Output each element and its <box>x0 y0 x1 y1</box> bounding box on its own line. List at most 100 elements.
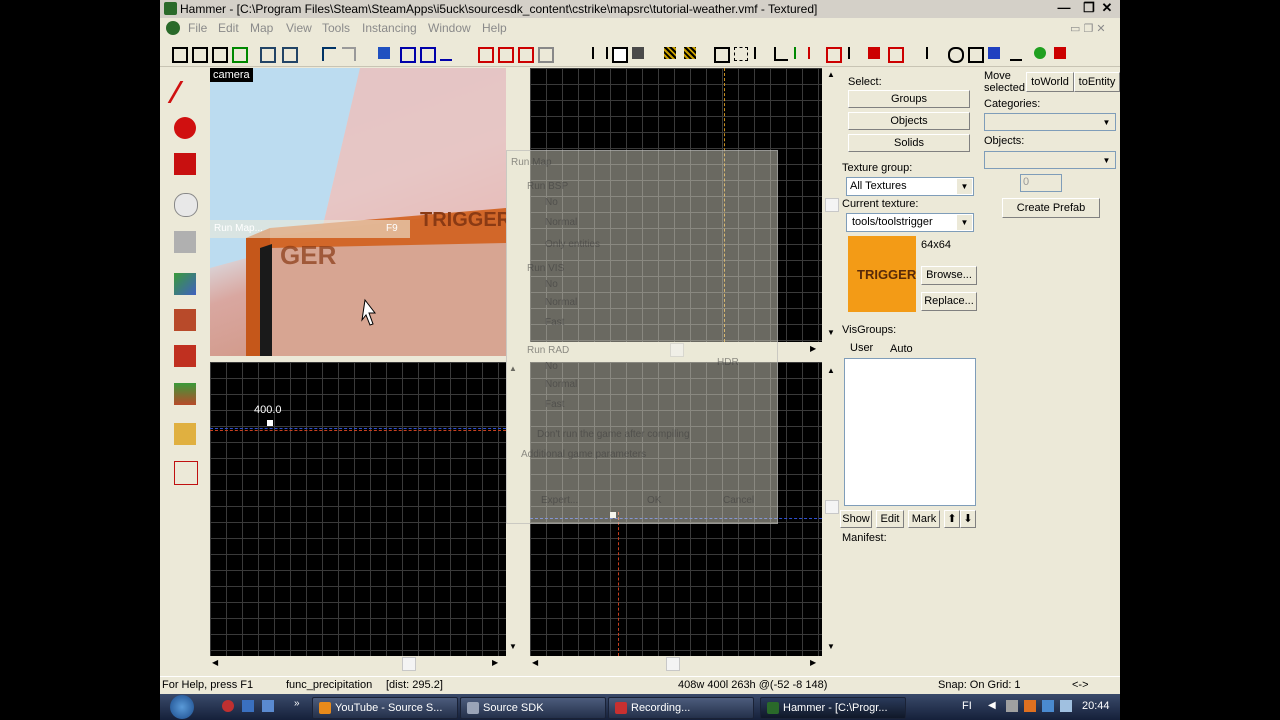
vis-option-normal[interactable]: Normal <box>545 297 577 308</box>
front-view-vscroll[interactable]: ▲ ▼ <box>824 362 839 658</box>
scroll-up-icon[interactable]: ▲ <box>827 366 835 375</box>
close-button[interactable]: ✕ <box>1096 0 1118 16</box>
side-view-viewport[interactable]: 400.0 <box>210 362 506 656</box>
ungroup-icon[interactable] <box>416 43 436 63</box>
clipping-tool[interactable] <box>168 418 204 450</box>
menu-tools[interactable]: Tools <box>322 21 350 35</box>
bsp-option-no[interactable]: No <box>545 197 558 208</box>
menu-instancing[interactable]: Instancing <box>362 21 417 35</box>
cancel-button[interactable]: Cancel <box>723 495 754 506</box>
tray-icon-1[interactable] <box>1006 700 1018 712</box>
texture-browser-icon[interactable] <box>964 43 984 63</box>
run-map-menu-item[interactable]: Run Map... F9 <box>210 220 410 238</box>
entity-texture-icon[interactable] <box>680 43 700 63</box>
vertex-tool[interactable] <box>168 456 204 488</box>
expert-button[interactable]: Expert... <box>541 495 578 506</box>
tray-icon-2[interactable] <box>1024 700 1036 712</box>
scroll-up-icon[interactable]: ▲ <box>827 70 835 79</box>
rad-option-normal[interactable]: Normal <box>545 379 577 390</box>
decal-tool[interactable] <box>168 340 204 372</box>
start-button[interactable] <box>170 695 194 719</box>
menu-window[interactable]: Window <box>428 21 471 35</box>
task-youtube[interactable]: YouTube - Source S... <box>312 697 458 719</box>
task-recording[interactable]: Recording... <box>608 697 754 719</box>
grid-toggle-icon[interactable] <box>168 43 188 63</box>
categories-select[interactable]: ▼ <box>984 113 1116 131</box>
hscroll-thumb[interactable] <box>666 657 680 671</box>
overlay-tool[interactable] <box>168 378 204 410</box>
redo-icon[interactable] <box>338 43 358 63</box>
undo-icon[interactable] <box>318 43 338 63</box>
flip-icon[interactable] <box>790 43 810 63</box>
side-view-hscroll[interactable]: ◀ ▶ <box>210 656 506 671</box>
show-items-icon[interactable] <box>278 43 298 63</box>
mark-button[interactable]: Mark <box>908 510 940 528</box>
scroll-down-icon[interactable]: ▼ <box>827 642 835 651</box>
front-view-hscroll[interactable]: ◀ ▶ <box>530 656 824 671</box>
block-tool[interactable] <box>168 226 204 258</box>
scroll-down-icon[interactable]: ▼ <box>827 328 835 337</box>
hscroll-thumb[interactable] <box>402 657 416 671</box>
create-prefab-button[interactable]: Create Prefab <box>1002 198 1100 218</box>
entity-report-icon[interactable] <box>984 43 1004 63</box>
mdi-controls[interactable]: ▭ ❐ ✕ <box>1070 22 1112 35</box>
objects-select[interactable]: ▼ <box>984 151 1116 169</box>
hide-items-icon[interactable] <box>256 43 276 63</box>
menu-help[interactable]: Help <box>482 21 507 35</box>
scroll-thumb[interactable] <box>825 198 839 212</box>
show-button[interactable]: Show <box>840 510 872 528</box>
paste-icon[interactable] <box>628 43 648 63</box>
groups-button[interactable]: Groups <box>848 90 970 108</box>
quicklaunch-icon-2[interactable] <box>242 700 254 712</box>
carve-icon[interactable] <box>374 43 394 63</box>
tray-icon-4[interactable] <box>1060 700 1072 712</box>
vertex-icon[interactable] <box>514 43 534 63</box>
language-indicator[interactable]: FI <box>962 700 972 712</box>
hollow-icon[interactable] <box>474 43 494 63</box>
menu-view[interactable]: View <box>286 21 312 35</box>
scroll-thumb[interactable] <box>825 500 839 514</box>
menu-edit[interactable]: Edit <box>218 21 239 35</box>
rad-option-no[interactable]: No <box>545 361 558 372</box>
tab-user[interactable]: User <box>850 342 873 354</box>
run-map-icon[interactable] <box>1030 43 1050 63</box>
select-by-handles-icon[interactable] <box>730 43 750 63</box>
align-bottom-icon[interactable] <box>884 43 904 63</box>
more-icon[interactable]: » <box>294 698 300 709</box>
camera-viewport[interactable]: TRIGGER GER camera <box>210 68 506 356</box>
selection-box-icon[interactable] <box>710 43 730 63</box>
menu-file[interactable]: File <box>188 21 207 35</box>
grid-increase-icon[interactable] <box>228 43 248 63</box>
scroll-left-icon[interactable]: ◀ <box>212 658 218 667</box>
align-right-icon[interactable] <box>844 43 864 63</box>
tray-collapse-icon[interactable]: ◀ <box>988 700 996 711</box>
magnify-tool[interactable] <box>168 112 204 144</box>
texture-lock-icon[interactable] <box>534 43 554 63</box>
prefab-spinner[interactable]: 0 <box>1020 174 1062 192</box>
quicklaunch-icon-3[interactable] <box>262 700 274 712</box>
replace-button[interactable]: Replace... <box>921 292 977 311</box>
selection-tool[interactable] <box>167 76 206 108</box>
visgroups-list[interactable] <box>844 358 976 506</box>
align-top-icon[interactable] <box>864 43 884 63</box>
grid-decrease-icon[interactable] <box>208 43 228 63</box>
edit-button[interactable]: Edit <box>876 510 904 528</box>
dont-run-game-checkbox[interactable]: Don't run the game after compiling <box>537 429 690 440</box>
selection-handle[interactable] <box>267 420 273 426</box>
clip-icon[interactable] <box>494 43 514 63</box>
camera-tool[interactable] <box>168 148 204 180</box>
current-texture-select[interactable]: tools/toolstrigger ▼ <box>846 213 974 232</box>
tl-icon[interactable] <box>750 43 770 63</box>
scroll-right-icon[interactable]: ▶ <box>492 658 498 667</box>
menu-map[interactable]: Map <box>250 21 273 35</box>
top-view-vscroll[interactable]: ▲ ▼ <box>824 68 839 344</box>
scroll-right-icon[interactable]: ▶ <box>810 658 816 667</box>
grid-3d-icon[interactable] <box>188 43 208 63</box>
entity-tool[interactable] <box>168 188 204 220</box>
vis-option-fast[interactable]: Fast <box>545 317 564 328</box>
cut-icon[interactable] <box>588 43 608 63</box>
tool-options-icon[interactable] <box>922 43 942 63</box>
compile-settings-icon[interactable] <box>944 43 964 63</box>
tray-icon-3[interactable] <box>1042 700 1054 712</box>
vis-option-no[interactable]: No <box>545 279 558 290</box>
